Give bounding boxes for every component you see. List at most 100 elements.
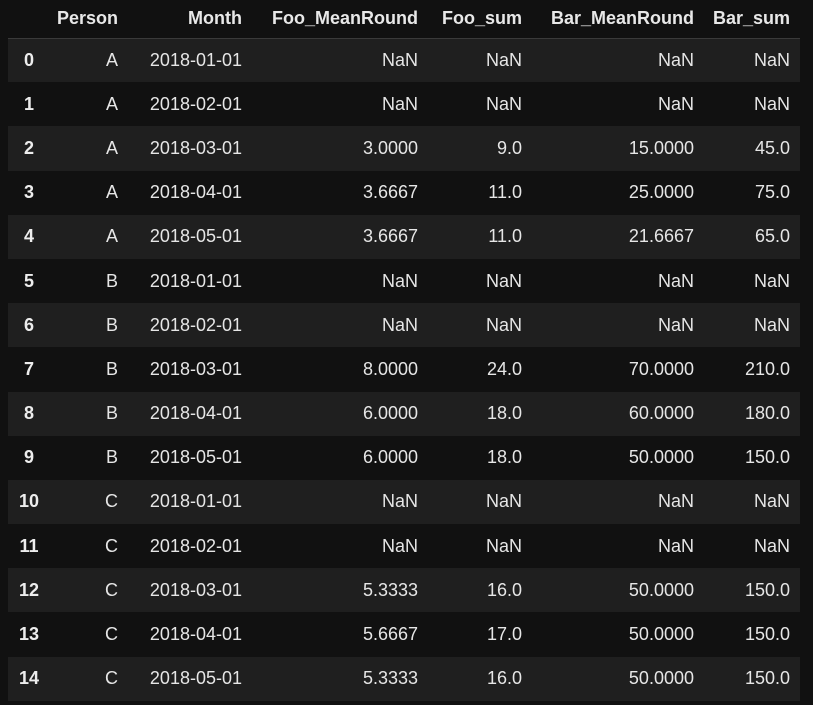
table-row: 12 C 2018-03-01 5.3333 16.0 50.0000 150.0	[8, 568, 800, 613]
person-cell: C	[105, 579, 118, 600]
column-header-foo-sum: Foo_sum	[428, 0, 532, 39]
column-header-foo-meanround: Foo_MeanRound	[252, 0, 428, 39]
bar-meanround-cell: NaN	[657, 49, 694, 70]
index-header	[8, 0, 46, 39]
foo-sum-cell: 24.0	[486, 358, 522, 379]
foo-meanround-cell: 3.6667	[362, 182, 418, 203]
month-cell: 2018-03-01	[149, 137, 242, 158]
table-row: 3 A 2018-04-01 3.6667 11.0 25.0000 75.0	[8, 170, 800, 215]
table-row: 11 C 2018-02-01 NaN NaN NaN NaN	[8, 524, 800, 569]
month-cell: 2018-04-01	[149, 403, 242, 424]
row-index: 2	[23, 137, 34, 158]
foo-sum-cell: 11.0	[488, 182, 522, 203]
table-row: 8 B 2018-04-01 6.0000 18.0 60.0000 180.0	[8, 391, 800, 436]
foo-sum-cell: 17.0	[486, 624, 522, 645]
person-cell: C	[105, 491, 118, 512]
table-row: 6 B 2018-02-01 NaN NaN NaN NaN	[8, 303, 800, 348]
bar-sum-cell: 65.0	[754, 226, 790, 247]
foo-meanround-cell: NaN	[381, 535, 418, 556]
bar-sum-cell: 150.0	[744, 668, 790, 689]
bar-sum-cell: 210.0	[744, 358, 790, 379]
foo-meanround-cell: NaN	[381, 49, 418, 70]
person-cell: B	[105, 270, 118, 291]
person-cell: B	[105, 403, 118, 424]
row-index: 5	[23, 270, 34, 291]
person-cell: A	[105, 137, 118, 158]
table-row: 4 A 2018-05-01 3.6667 11.0 21.6667 65.0	[8, 214, 800, 259]
bar-sum-cell: NaN	[753, 270, 790, 291]
bar-meanround-cell: 50.0000	[628, 447, 694, 468]
row-index: 8	[23, 403, 34, 424]
bar-meanround-cell: 15.0000	[628, 137, 694, 158]
table-row: 9 B 2018-05-01 6.0000 18.0 50.0000 150.0	[8, 435, 800, 480]
month-cell: 2018-02-01	[149, 93, 242, 114]
bar-meanround-cell: 25.0000	[628, 182, 694, 203]
foo-sum-cell: 16.0	[486, 668, 522, 689]
bar-meanround-cell: 60.0000	[628, 403, 694, 424]
bar-meanround-cell: NaN	[657, 535, 694, 556]
bar-meanround-cell: NaN	[657, 314, 694, 335]
bar-meanround-cell: 21.6667	[628, 226, 694, 247]
foo-meanround-cell: 6.0000	[362, 447, 418, 468]
row-index: 1	[23, 93, 34, 114]
foo-sum-cell: 18.0	[486, 403, 522, 424]
table-row: 1 A 2018-02-01 NaN NaN NaN NaN	[8, 82, 800, 127]
column-header-month: Month	[128, 0, 252, 39]
person-cell: B	[105, 358, 118, 379]
foo-sum-cell: NaN	[485, 314, 522, 335]
row-index: 9	[23, 447, 34, 468]
row-index: 3	[23, 182, 34, 203]
bar-meanround-cell: 50.0000	[628, 668, 694, 689]
foo-sum-cell: NaN	[485, 491, 522, 512]
person-cell: A	[105, 182, 118, 203]
person-cell: C	[105, 535, 118, 556]
foo-sum-cell: NaN	[485, 49, 522, 70]
person-cell: B	[105, 447, 118, 468]
foo-meanround-cell: NaN	[381, 93, 418, 114]
foo-sum-cell: NaN	[485, 93, 522, 114]
table-row: 2 A 2018-03-01 3.0000 9.0 15.0000 45.0	[8, 126, 800, 171]
bar-sum-cell: 150.0	[744, 579, 790, 600]
foo-sum-cell: 9.0	[496, 137, 522, 158]
bar-meanround-cell: NaN	[657, 270, 694, 291]
table-row: 0 A 2018-01-01 NaN NaN NaN NaN	[8, 38, 800, 83]
person-cell: A	[105, 226, 118, 247]
foo-sum-cell: NaN	[485, 270, 522, 291]
month-cell: 2018-05-01	[149, 226, 242, 247]
dataframe-output: Person Month Foo_MeanRound Foo_sum Bar_M…	[0, 0, 813, 705]
bar-sum-cell: NaN	[753, 49, 790, 70]
foo-meanround-cell: NaN	[381, 491, 418, 512]
row-index: 4	[23, 226, 34, 247]
row-index: 0	[23, 49, 34, 70]
row-index: 11	[19, 535, 39, 556]
table-row: 10 C 2018-01-01 NaN NaN NaN NaN	[8, 479, 800, 525]
bar-meanround-cell: NaN	[657, 93, 694, 114]
person-cell: A	[105, 49, 118, 70]
row-index: 10	[18, 491, 40, 512]
foo-sum-cell: 16.0	[486, 579, 522, 600]
foo-meanround-cell: NaN	[381, 314, 418, 335]
bar-meanround-cell: 50.0000	[628, 579, 694, 600]
table-row: 14 C 2018-05-01 5.3333 16.0 50.0000 150.0	[8, 656, 800, 701]
foo-sum-cell: NaN	[485, 535, 522, 556]
row-index: 14	[18, 668, 40, 689]
month-cell: 2018-01-01	[149, 270, 242, 291]
foo-meanround-cell: NaN	[381, 270, 418, 291]
foo-meanround-cell: 8.0000	[362, 358, 418, 379]
column-header-person: Person	[46, 0, 128, 39]
foo-meanround-cell: 3.0000	[362, 137, 418, 158]
bar-sum-cell: NaN	[753, 491, 790, 512]
bar-sum-cell: 180.0	[744, 403, 790, 424]
month-cell: 2018-02-01	[149, 314, 242, 335]
table-row: 7 B 2018-03-01 8.0000 24.0 70.0000 210.0	[8, 347, 800, 392]
table-row: 13 C 2018-04-01 5.6667 17.0 50.0000 150.0	[8, 612, 800, 657]
foo-meanround-cell: 5.6667	[362, 624, 418, 645]
month-cell: 2018-04-01	[149, 624, 242, 645]
row-index: 13	[18, 624, 40, 645]
dataframe-table: Person Month Foo_MeanRound Foo_sum Bar_M…	[8, 0, 800, 701]
bar-sum-cell: 75.0	[754, 182, 790, 203]
foo-sum-cell: 11.0	[488, 226, 522, 247]
foo-meanround-cell: 6.0000	[362, 403, 418, 424]
bar-meanround-cell: NaN	[657, 491, 694, 512]
month-cell: 2018-02-01	[149, 535, 242, 556]
